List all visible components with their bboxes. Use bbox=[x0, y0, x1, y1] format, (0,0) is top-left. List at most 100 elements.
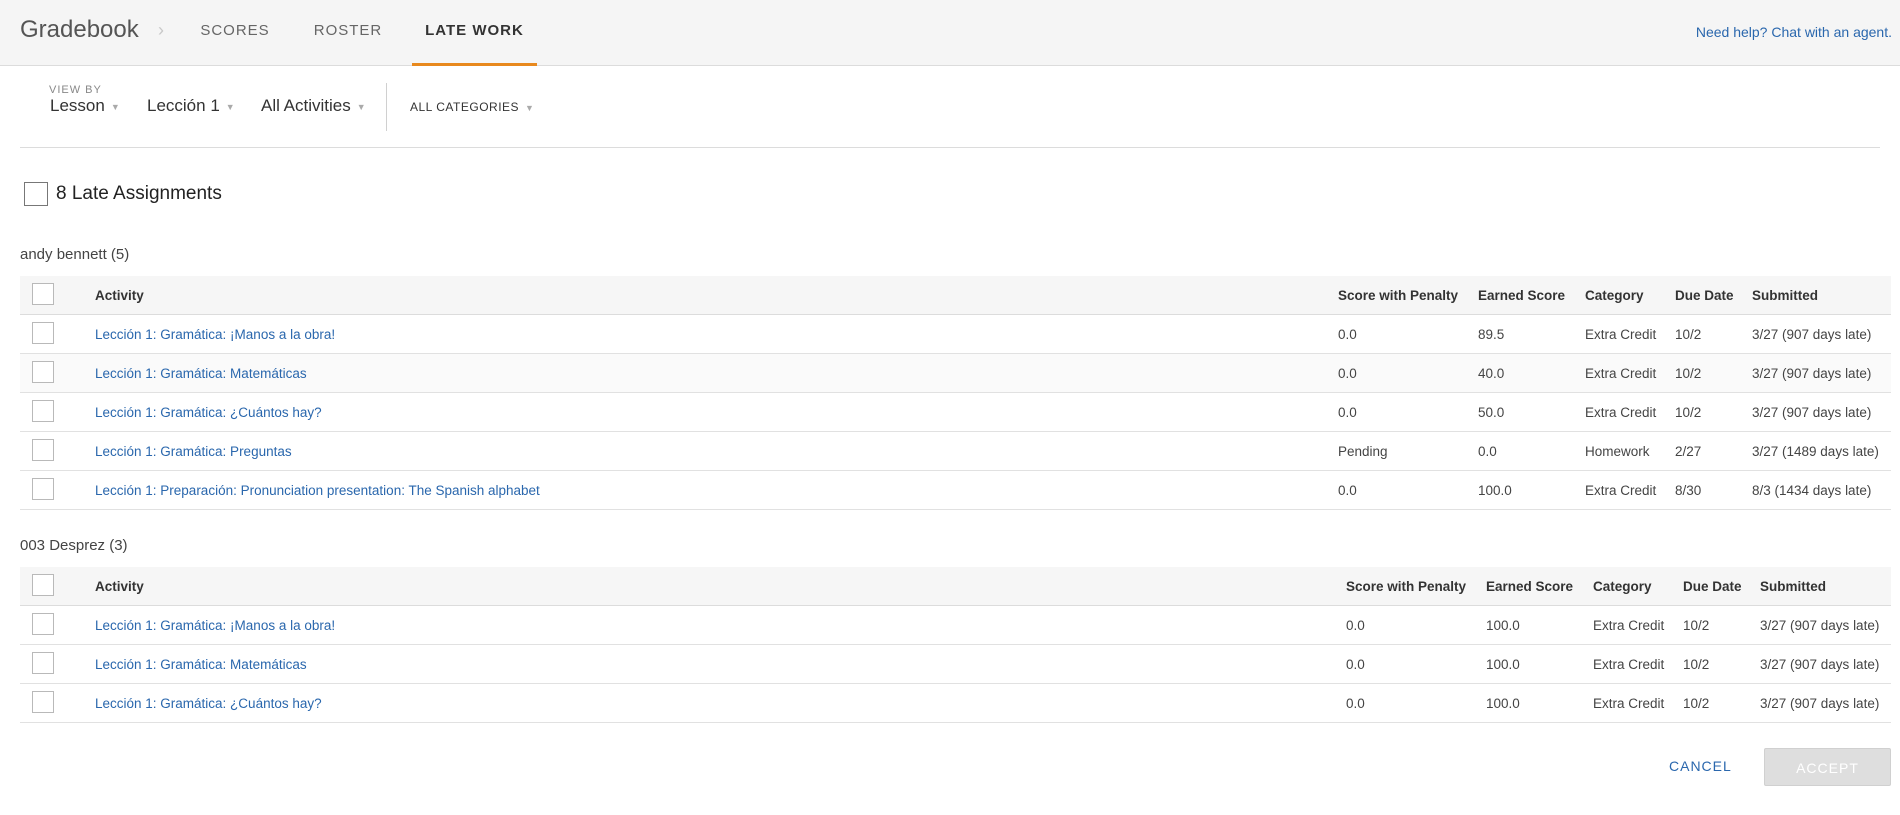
score-penalty-cell: 0.0 bbox=[1338, 470, 1478, 510]
column-header-submitted[interactable]: Submitted bbox=[1760, 567, 1891, 606]
row-checkbox[interactable] bbox=[32, 690, 54, 713]
app-title[interactable]: Gradebook bbox=[20, 16, 139, 44]
activity-link[interactable]: Lección 1: Gramática: Matemáticas bbox=[95, 657, 307, 672]
table-header-row: Activity Score with Penalty Earned Score… bbox=[20, 567, 1891, 606]
tab-roster[interactable]: ROSTER bbox=[307, 0, 389, 66]
activity-cell: Lección 1: Gramática: Matemáticas bbox=[95, 644, 1346, 684]
lesson-dropdown[interactable]: Lección 1 ▼ bbox=[147, 96, 235, 116]
earned-score-cell: 100.0 bbox=[1486, 605, 1593, 645]
activity-link[interactable]: Lección 1: Gramática: ¿Cuántos hay? bbox=[95, 405, 322, 420]
activity-cell: Lección 1: Gramática: Matemáticas bbox=[95, 353, 1338, 393]
due-date-cell: 10/2 bbox=[1683, 644, 1760, 684]
caret-down-icon: ▼ bbox=[225, 101, 235, 112]
activity-link[interactable]: Lección 1: Gramática: Matemáticas bbox=[95, 366, 307, 381]
row-checkbox[interactable] bbox=[32, 360, 54, 383]
view-by-dropdown[interactable]: Lesson ▼ bbox=[50, 96, 120, 116]
activity-cell: Lección 1: Gramática: ¿Cuántos hay? bbox=[95, 683, 1346, 723]
submitted-cell: 3/27 (907 days late) bbox=[1752, 392, 1891, 432]
earned-score-cell: 40.0 bbox=[1478, 353, 1585, 393]
activity-link[interactable]: Lección 1: Gramática: ¡Manos a la obra! bbox=[95, 618, 335, 633]
score-penalty-cell: 0.0 bbox=[1346, 683, 1486, 723]
activity-link[interactable]: Lección 1: Gramática: ¡Manos a la obra! bbox=[95, 327, 335, 342]
lesson-value: Lección 1 bbox=[147, 96, 220, 115]
row-select-cell bbox=[20, 470, 95, 510]
activities-dropdown[interactable]: All Activities ▼ bbox=[261, 96, 366, 116]
header-cell bbox=[20, 276, 95, 315]
accept-button[interactable]: ACCEPT bbox=[1764, 748, 1891, 786]
column-header-due-date[interactable]: Due Date bbox=[1683, 567, 1760, 606]
row-select-cell bbox=[20, 392, 95, 432]
row-select-cell bbox=[20, 431, 95, 471]
cancel-button[interactable]: CANCEL bbox=[1669, 758, 1732, 774]
activity-cell: Lección 1: Gramática: ¿Cuántos hay? bbox=[95, 392, 1338, 432]
column-header-score-with-penalty[interactable]: Score with Penalty bbox=[1346, 567, 1486, 606]
column-header-submitted[interactable]: Submitted bbox=[1752, 276, 1891, 315]
activity-link[interactable]: Lección 1: Gramática: Preguntas bbox=[95, 444, 292, 459]
category-cell: Extra Credit bbox=[1593, 605, 1683, 645]
row-checkbox[interactable] bbox=[32, 651, 54, 674]
score-penalty-cell: 0.0 bbox=[1338, 353, 1478, 393]
submitted-cell: 3/27 (907 days late) bbox=[1752, 353, 1891, 393]
activity-link[interactable]: Lección 1: Preparación: Pronunciation pr… bbox=[95, 483, 540, 498]
student-group-title: 003 Desprez (3) bbox=[20, 537, 128, 554]
column-header-category[interactable]: Category bbox=[1593, 567, 1683, 606]
caret-down-icon: ▼ bbox=[525, 102, 535, 113]
score-penalty-cell: 0.0 bbox=[1338, 392, 1478, 432]
help-chat-link[interactable]: Need help? Chat with an agent. bbox=[1696, 24, 1892, 40]
select-all-checkbox[interactable] bbox=[24, 182, 48, 206]
activity-cell: Lección 1: Gramática: ¡Manos a la obra! bbox=[95, 314, 1338, 354]
activity-link[interactable]: Lección 1: Gramática: ¿Cuántos hay? bbox=[95, 696, 322, 711]
score-penalty-cell: 0.0 bbox=[1346, 605, 1486, 645]
group-select-checkbox[interactable] bbox=[32, 573, 54, 596]
table-row: Lección 1: Gramática: Matemáticas 0.0 10… bbox=[20, 644, 1891, 684]
filter-divider bbox=[386, 83, 387, 131]
table-row: Lección 1: Gramática: Matemáticas 0.0 40… bbox=[20, 353, 1891, 393]
table-row: Lección 1: Gramática: ¡Manos a la obra! … bbox=[20, 605, 1891, 645]
column-header-due-date[interactable]: Due Date bbox=[1675, 276, 1752, 315]
score-penalty-cell: Pending bbox=[1338, 431, 1478, 471]
column-header-activity[interactable]: Activity bbox=[95, 276, 1338, 315]
row-select-cell bbox=[20, 353, 95, 393]
earned-score-cell: 100.0 bbox=[1478, 470, 1585, 510]
categories-dropdown[interactable]: ALL CATEGORIES ▼ bbox=[410, 100, 534, 114]
row-select-cell bbox=[20, 683, 95, 723]
due-date-cell: 10/2 bbox=[1675, 392, 1752, 432]
column-header-score-with-penalty[interactable]: Score with Penalty bbox=[1338, 276, 1478, 315]
table-header-row: Activity Score with Penalty Earned Score… bbox=[20, 276, 1891, 315]
due-date-cell: 10/2 bbox=[1683, 683, 1760, 723]
column-header-earned-score[interactable]: Earned Score bbox=[1478, 276, 1585, 315]
due-date-cell: 2/27 bbox=[1675, 431, 1752, 471]
category-cell: Extra Credit bbox=[1585, 470, 1675, 510]
group-select-checkbox[interactable] bbox=[32, 282, 54, 305]
due-date-cell: 10/2 bbox=[1683, 605, 1760, 645]
row-checkbox[interactable] bbox=[32, 399, 54, 422]
activity-cell: Lección 1: Gramática: Preguntas bbox=[95, 431, 1338, 471]
caret-down-icon: ▼ bbox=[356, 101, 366, 112]
column-header-activity[interactable]: Activity bbox=[95, 567, 1346, 606]
table-row: Lección 1: Gramática: ¿Cuántos hay? 0.0 … bbox=[20, 392, 1891, 432]
late-assignments-count: 8 Late Assignments bbox=[56, 183, 222, 204]
table-row: Lección 1: Preparación: Pronunciation pr… bbox=[20, 470, 1891, 510]
earned-score-cell: 0.0 bbox=[1478, 431, 1585, 471]
table-row: Lección 1: Gramática: Preguntas Pending … bbox=[20, 431, 1891, 471]
earned-score-cell: 100.0 bbox=[1486, 683, 1593, 723]
column-header-category[interactable]: Category bbox=[1585, 276, 1675, 315]
category-cell: Homework bbox=[1585, 431, 1675, 471]
table-row: Lección 1: Gramática: ¡Manos a la obra! … bbox=[20, 314, 1891, 354]
earned-score-cell: 89.5 bbox=[1478, 314, 1585, 354]
row-checkbox[interactable] bbox=[32, 438, 54, 461]
top-nav-bar: Gradebook › SCORES ROSTER LATE WORK Need… bbox=[0, 0, 1900, 66]
row-checkbox[interactable] bbox=[32, 612, 54, 635]
earned-score-cell: 50.0 bbox=[1478, 392, 1585, 432]
category-cell: Extra Credit bbox=[1585, 353, 1675, 393]
category-cell: Extra Credit bbox=[1593, 683, 1683, 723]
chevron-right-icon: › bbox=[158, 20, 164, 40]
row-checkbox[interactable] bbox=[32, 321, 54, 344]
due-date-cell: 10/2 bbox=[1675, 353, 1752, 393]
row-checkbox[interactable] bbox=[32, 477, 54, 500]
view-by-label: VIEW BY bbox=[49, 84, 102, 96]
late-assignments-summary: 8 Late Assignments bbox=[24, 182, 222, 206]
column-header-earned-score[interactable]: Earned Score bbox=[1486, 567, 1593, 606]
tab-scores[interactable]: SCORES bbox=[194, 0, 276, 66]
tab-late-work[interactable]: LATE WORK bbox=[412, 0, 537, 66]
